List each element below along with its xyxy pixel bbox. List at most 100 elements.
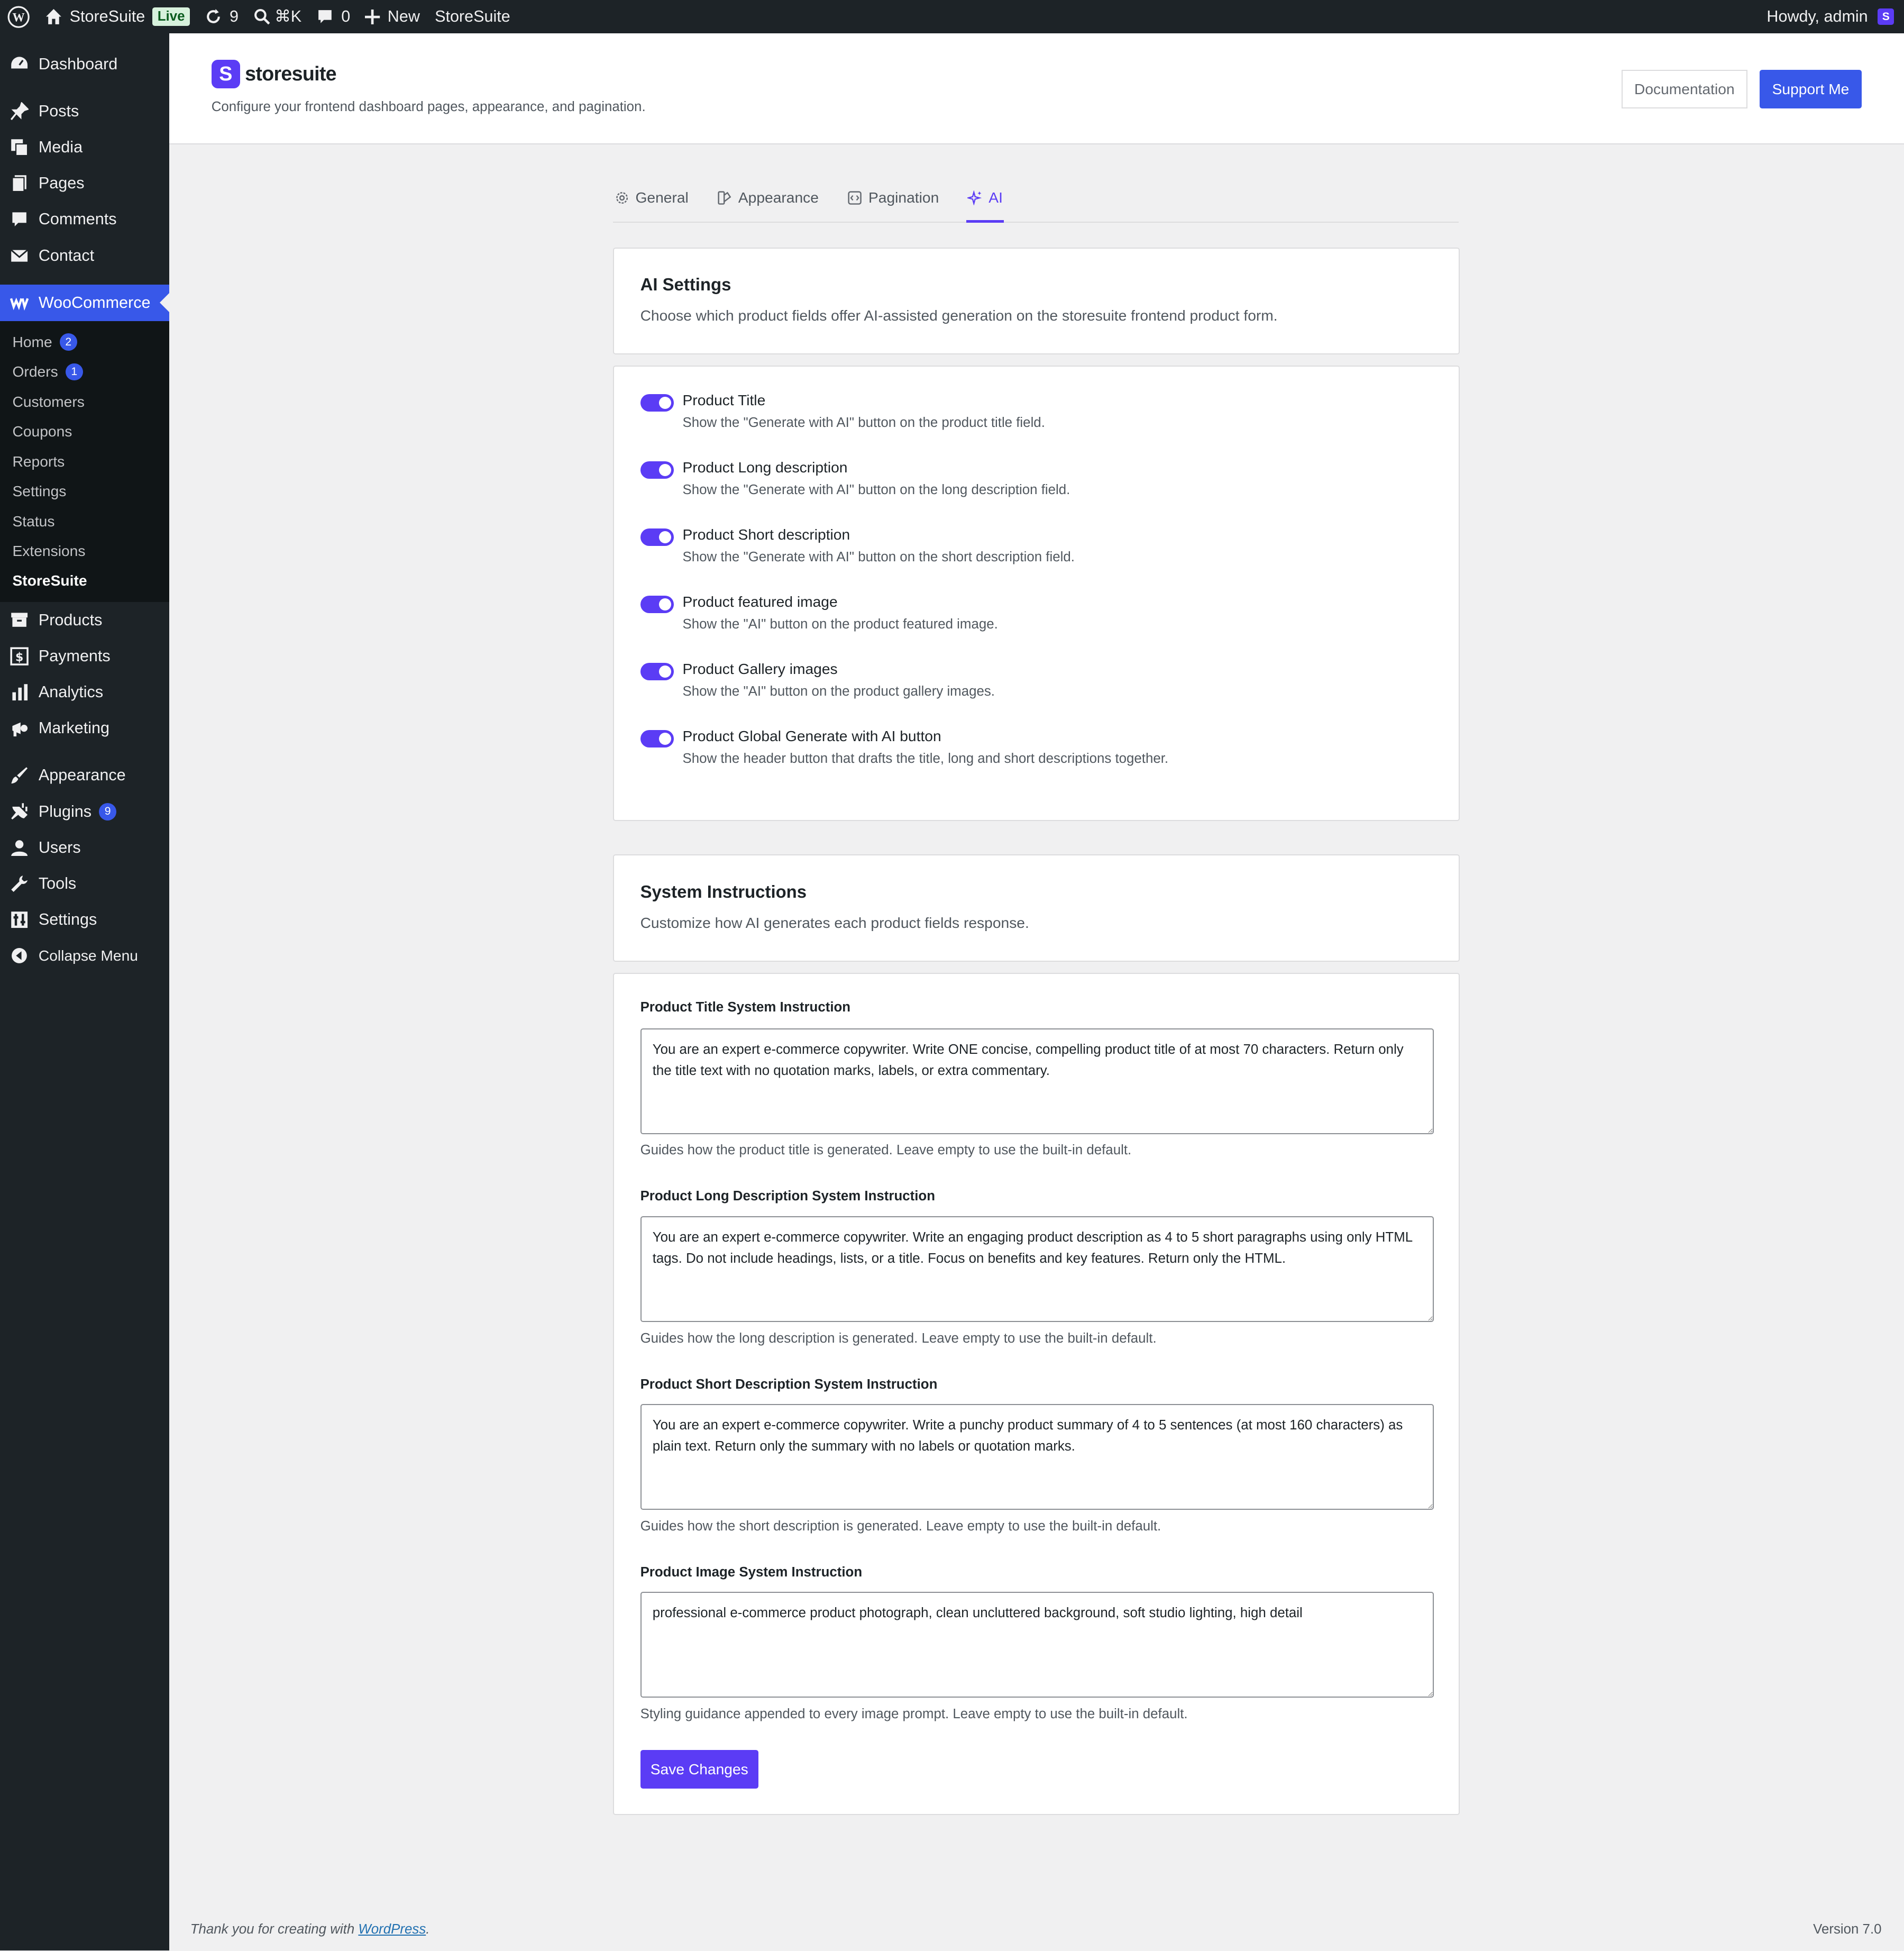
command-search[interactable]: ⌘K [246, 0, 309, 33]
menu-appearance[interactable]: Appearance [0, 758, 169, 794]
tab-general-label: General [635, 189, 689, 206]
menu-pages[interactable]: Pages [0, 166, 169, 202]
updates-link[interactable]: 9 [197, 0, 246, 33]
site-name-link[interactable]: StoreSuite Live [38, 0, 197, 33]
tab-ai[interactable]: AI [966, 174, 1005, 223]
menu-tools[interactable]: Tools [0, 865, 169, 901]
bar-chart-icon [10, 683, 29, 701]
search-icon [254, 9, 270, 25]
toggle-help: Show the "Generate with AI" button on th… [682, 549, 1075, 564]
toggle-help: Show the "AI" button on the product gall… [682, 683, 995, 699]
image-instruction-label: Product Image System Instruction [640, 1564, 863, 1580]
submenu-coupons[interactable]: Coupons [0, 417, 169, 446]
footer-thanks: Thank you for creating with WordPress. [190, 1922, 430, 1937]
submenu-extensions[interactable]: Extensions [0, 536, 169, 566]
toggle-label: Product Title [682, 391, 766, 409]
global-generate-toggle[interactable] [640, 730, 674, 747]
submenu-status[interactable]: Status [0, 506, 169, 536]
long-description-instruction-textarea[interactable]: You are an expert e-commerce copywriter.… [640, 1216, 1434, 1323]
pagination-icon [848, 191, 862, 205]
plug-icon [10, 802, 29, 820]
documentation-button[interactable]: Documentation [1622, 69, 1747, 108]
footer-version: Version 7.0 [1813, 1921, 1882, 1937]
system-instructions-title: System Instructions [640, 881, 807, 901]
toggle-help: Show the "Generate with AI" button on th… [682, 482, 1070, 497]
menu-woocommerce-label: WooCommerce [38, 294, 151, 312]
user-icon [10, 838, 29, 857]
collapse-icon [10, 946, 29, 965]
submenu-storesuite[interactable]: StoreSuite [0, 566, 169, 596]
menu-settings[interactable]: Settings [0, 902, 169, 938]
toggle-label: Product Long description [682, 459, 848, 476]
submenu-reports[interactable]: Reports [0, 446, 169, 476]
submenu-settings[interactable]: Settings [0, 476, 169, 506]
menu-contact[interactable]: Contact [0, 238, 169, 273]
menu-analytics-label: Analytics [38, 682, 104, 701]
menu-woocommerce[interactable]: WooCommerce [0, 285, 169, 321]
comments-link[interactable]: 0 [309, 0, 358, 33]
short-description-toggle[interactable] [640, 528, 674, 546]
product-title-toggle[interactable] [640, 394, 674, 412]
menu-contact-label: Contact [38, 246, 95, 265]
header-description: Configure your frontend dashboard pages,… [211, 99, 646, 115]
avatar: S [1878, 8, 1894, 25]
system-instructions-header-card: System Instructions Customize how AI gen… [613, 854, 1460, 962]
dashboard-icon [10, 54, 29, 73]
title-instruction-textarea[interactable]: You are an expert e-commerce copywriter.… [640, 1028, 1434, 1135]
tab-appearance[interactable]: Appearance [716, 174, 820, 221]
comments-count: 0 [341, 7, 351, 26]
admin-bar: W StoreSuite Live 9 ⌘K 0 New StoreSuite … [0, 0, 1904, 34]
howdy-greeting: Howdy, admin [1766, 7, 1868, 26]
menu-posts[interactable]: Posts [0, 93, 169, 129]
menu-plugins[interactable]: Plugins 9 [0, 794, 169, 829]
short-description-instruction-help: Guides how the short description is gene… [640, 1518, 1161, 1534]
home-count-badge: 2 [59, 333, 77, 351]
ai-settings-description: Choose which product fields offer AI-ass… [640, 307, 1278, 324]
menu-comments[interactable]: Comments [0, 202, 169, 238]
menu-users[interactable]: Users [0, 829, 169, 865]
wordpress-logo-icon[interactable]: W [0, 0, 38, 33]
featured-image-toggle[interactable] [640, 595, 674, 613]
submenu-customers[interactable]: Customers [0, 387, 169, 416]
menu-comments-label: Comments [38, 210, 117, 229]
home-icon [45, 9, 61, 25]
image-instruction-help: Styling guidance appended to every image… [640, 1706, 1188, 1721]
system-instructions-card: Product Title System Instruction You are… [613, 972, 1460, 1815]
menu-dashboard[interactable]: Dashboard [0, 46, 169, 82]
palette-icon [718, 191, 731, 205]
submenu-home[interactable]: Home 2 [0, 327, 169, 357]
menu-products[interactable]: Products [0, 602, 169, 638]
short-description-instruction-label: Product Short Description System Instruc… [640, 1376, 938, 1392]
support-me-button[interactable]: Support Me [1760, 69, 1862, 108]
toggle-label: Product Gallery images [682, 660, 838, 678]
orders-count-badge: 1 [65, 363, 83, 381]
woo-icon [10, 294, 29, 312]
my-account[interactable]: Howdy, admin S [1766, 7, 1903, 26]
menu-marketing[interactable]: Marketing [0, 710, 169, 746]
gear-icon [616, 192, 628, 204]
tab-general[interactable]: General [613, 174, 690, 221]
menu-payments[interactable]: $ Payments [0, 638, 169, 674]
archive-icon [10, 610, 29, 629]
toggle-label: Product Short description [682, 526, 850, 543]
wrench-icon [10, 874, 29, 893]
save-changes-button[interactable]: Save Changes [640, 1749, 758, 1789]
title-instruction-label: Product Title System Instruction [640, 1000, 851, 1015]
tab-pagination[interactable]: Pagination [846, 174, 940, 221]
footer-thanks-suffix: . [426, 1921, 430, 1937]
menu-media[interactable]: Media [0, 130, 169, 166]
image-instruction-textarea[interactable]: professional e-commerce product photogra… [640, 1592, 1434, 1698]
title-instruction-help: Guides how the product title is generate… [640, 1143, 1132, 1158]
wordpress-link[interactable]: WordPress [358, 1922, 426, 1937]
menu-analytics[interactable]: Analytics [0, 674, 169, 710]
gallery-images-toggle[interactable] [640, 662, 674, 680]
long-description-toggle[interactable] [640, 461, 674, 479]
menu-collapse[interactable]: Collapse Menu [0, 938, 169, 974]
submenu-orders[interactable]: Orders 1 [0, 357, 169, 387]
woocommerce-submenu: Home 2 Orders 1 Customers Coupons Reports … [0, 321, 169, 602]
storesuite-adminbar-link[interactable]: StoreSuite [427, 0, 518, 33]
tab-ai-label: AI [988, 189, 1003, 206]
new-content-link[interactable]: New [358, 0, 427, 33]
short-description-instruction-textarea[interactable]: You are an expert e-commerce copywriter.… [640, 1404, 1434, 1510]
comment-icon [10, 210, 29, 229]
